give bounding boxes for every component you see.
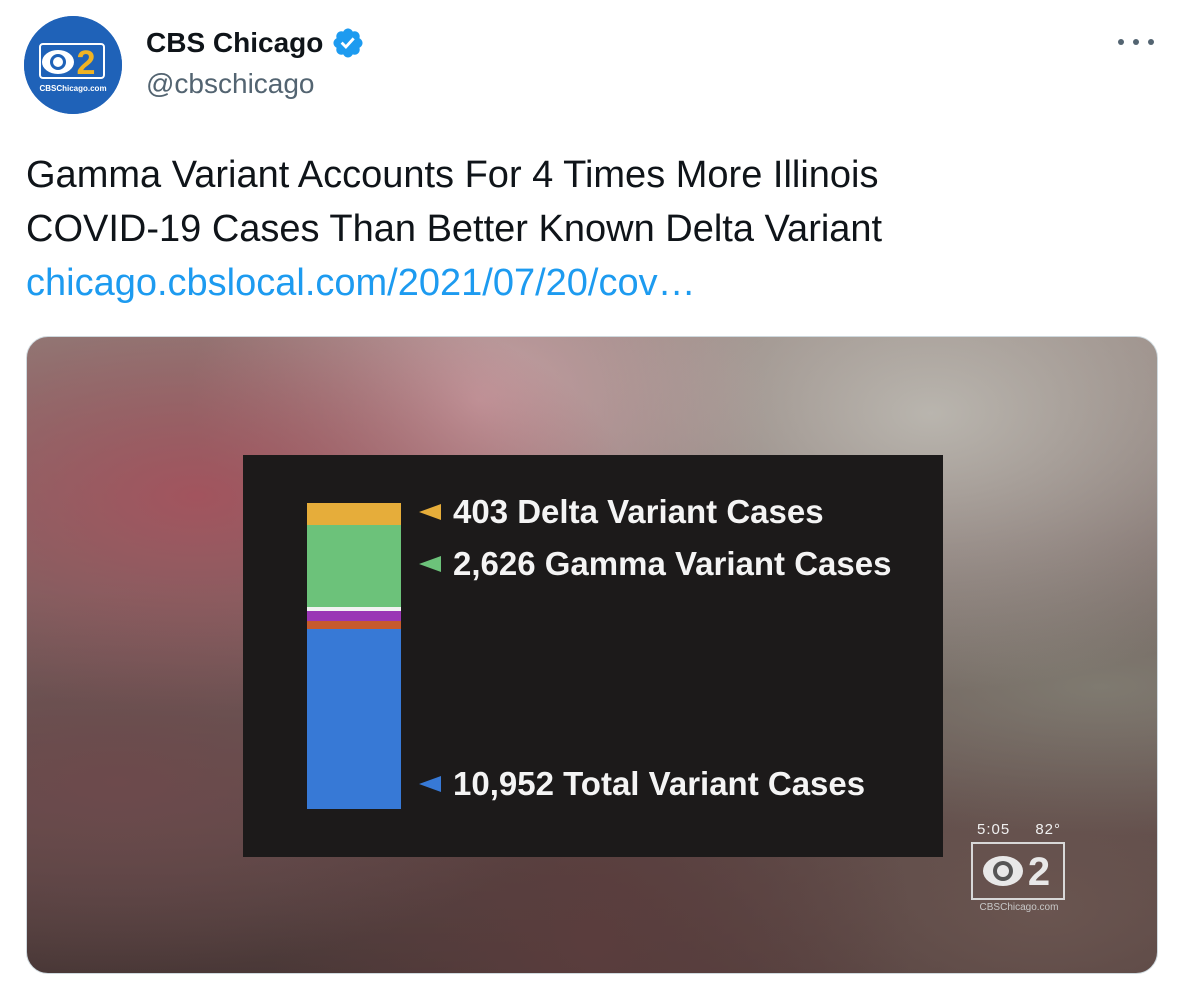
bar-segment-gamma [307, 525, 401, 607]
bar-segment-other-2 [307, 611, 401, 621]
dot [1148, 39, 1154, 45]
station-bug: 5:05 82° 2 CBSChicago.com [971, 821, 1067, 913]
tweet-text-line-2: COVID-19 Cases Than Better Known Delta V… [26, 208, 883, 250]
bar-segment-delta [307, 503, 401, 525]
label-delta-text: 403 Delta Variant Cases [453, 493, 824, 530]
author-handle[interactable]: @cbschicago [146, 68, 315, 100]
variant-cases-graphic: 403 Delta Variant Cases 2,626 Gamma Vari… [243, 455, 943, 857]
cbs-eye-logo-icon: 2 CBSChicago.com [24, 16, 122, 114]
cbs-eye-icon: 2 [983, 850, 1050, 894]
tweet-media-image[interactable]: 403 Delta Variant Cases 2,626 Gamma Vari… [26, 336, 1158, 974]
bar-segment-other-3 [307, 621, 401, 629]
dot [1118, 39, 1124, 45]
avatar[interactable]: 2 CBSChicago.com [24, 16, 122, 114]
cbs2-logo-icon: 2 [971, 842, 1065, 900]
dot [1133, 39, 1139, 45]
label-gamma: 2,626 Gamma Variant Cases [419, 545, 891, 583]
tweet-text-line-1: Gamma Variant Accounts For 4 Times More … [26, 154, 879, 196]
verified-badge-icon [333, 28, 363, 58]
tweet-text: Gamma Variant Accounts For 4 Times More … [26, 148, 1146, 310]
more-options-icon[interactable] [1118, 30, 1154, 54]
avatar-logo-number: 2 [77, 44, 96, 82]
arrow-left-icon [419, 776, 441, 792]
bug-time: 5:05 [977, 821, 1011, 838]
label-total: 10,952 Total Variant Cases [419, 765, 865, 803]
label-total-text: 10,952 Total Variant Cases [453, 765, 866, 802]
label-gamma-text: 2,626 Gamma Variant Cases [453, 545, 892, 582]
author-name[interactable]: CBS Chicago [146, 26, 365, 60]
bug-temp: 82° [1035, 821, 1061, 838]
tweet-link[interactable]: chicago.cbslocal.com/2021/07/20/cov… [26, 256, 1146, 310]
tweet: 2 CBSChicago.com CBS Chicago @cbschicago… [0, 0, 1184, 1008]
bug-time-temp: 5:05 82° [971, 821, 1067, 838]
avatar-site-text: CBSChicago.com [39, 84, 106, 93]
bug-site: CBSChicago.com [979, 902, 1059, 913]
arrow-left-icon [419, 556, 441, 572]
label-delta: 403 Delta Variant Cases [419, 493, 824, 531]
bar-segment-total [307, 629, 401, 809]
stacked-bar [307, 503, 401, 809]
arrow-left-icon [419, 504, 441, 520]
bug-logo-number: 2 [1028, 850, 1050, 894]
author-name-text[interactable]: CBS Chicago [146, 27, 323, 59]
